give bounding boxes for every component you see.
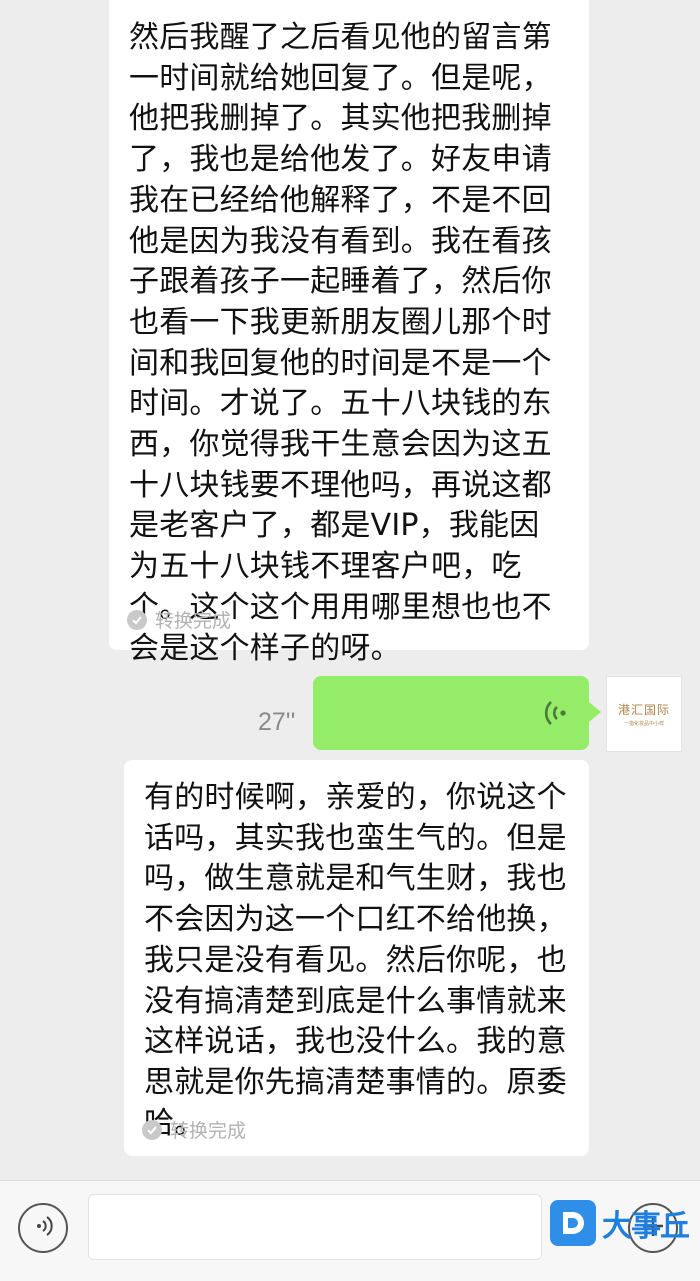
received-message-bubble[interactable]: 有的时候啊，亲爱的，你说这个话吗，其实我也蛮生气的。但是吗，做生意就是和气生财，… (124, 760, 589, 1156)
user-avatar[interactable]: 港汇国际 一指化妆品中小样 (606, 676, 682, 752)
check-circle-icon (127, 609, 147, 630)
sent-voice-message[interactable] (313, 676, 601, 750)
voice-duration: 27'' (258, 708, 296, 736)
voice-mode-icon (30, 1213, 56, 1243)
voice-mode-button[interactable] (18, 1203, 68, 1253)
conversion-status: 转换完成 (142, 1116, 246, 1143)
received-message-bubble[interactable]: 然后我醒了之后看见他的留言第一时间就给她回复了。但是呢，他把我删掉了。其实他把我… (109, 0, 589, 666)
conversion-status: 转换完成 (127, 606, 231, 633)
message-transcription-text: 然后我醒了之后看见他的留言第一时间就给她回复了。但是呢，他把我删掉了。其实他把我… (129, 20, 552, 666)
voice-wave-icon (541, 698, 571, 732)
watermark-text: 大事丘 (602, 1209, 690, 1244)
conversion-status-label: 转换完成 (155, 610, 232, 632)
message-transcription-text: 有的时候啊，亲爱的，你说这个话吗，其实我也蛮生气的。但是吗，做生意就是和气生财，… (144, 780, 567, 1141)
avatar-name: 港汇国际 (617, 703, 670, 717)
check-circle-icon (142, 1119, 162, 1140)
watermark-logo-icon (550, 1200, 596, 1246)
chat-area: 然后我醒了之后看见他的留言第一时间就给她回复了。但是呢，他把我删掉了。其实他把我… (0, 0, 700, 1180)
message-input[interactable] (88, 1194, 542, 1260)
conversion-status-label: 转换完成 (170, 1120, 247, 1142)
avatar-subtitle: 一指化妆品中小样 (623, 721, 664, 727)
watermark: 大事丘 (550, 1200, 690, 1246)
